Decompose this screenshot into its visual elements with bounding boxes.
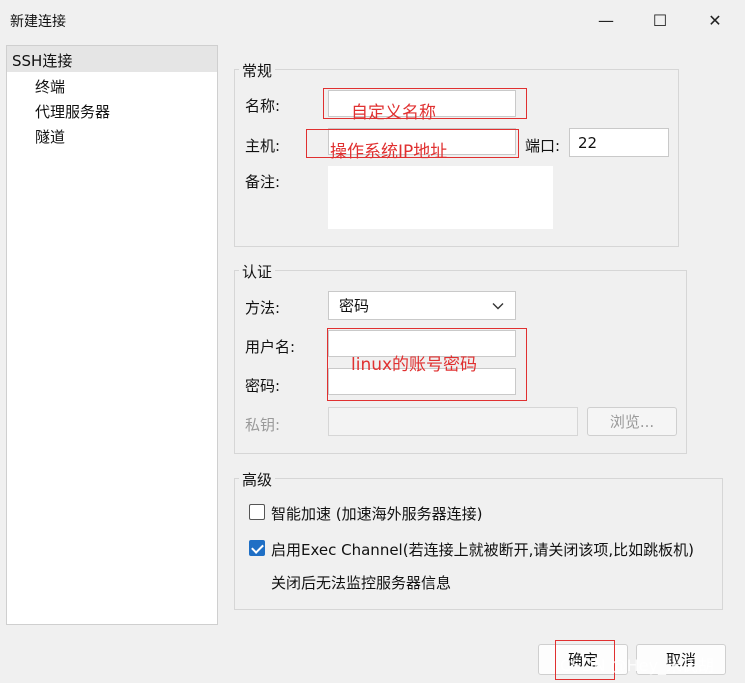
tree-item-ssh[interactable]: SSH连接 (12, 50, 72, 71)
name-label: 名称: (245, 97, 281, 115)
note-input[interactable] (329, 167, 552, 228)
private-key-field (328, 407, 578, 436)
browse-button: 浏览... (587, 407, 677, 436)
minimize-button[interactable]: — (594, 8, 618, 32)
tree-item-terminal[interactable]: 终端 (35, 76, 65, 97)
private-key-input (329, 408, 577, 435)
exec-channel-note: 关闭后无法监控服务器信息 (271, 574, 452, 592)
note-label: 备注: (245, 173, 281, 191)
chevron-down-icon (492, 302, 504, 309)
close-button[interactable]: ✕ (703, 8, 727, 32)
smart-accel-label[interactable]: 智能加速 (加速海外服务器连接) (271, 503, 482, 524)
username-label: 用户名: (245, 338, 296, 356)
window-title: 新建连接 (10, 14, 66, 30)
port-field[interactable] (569, 128, 669, 157)
method-label: 方法: (245, 299, 281, 317)
credentials-annotation: linux的账号密码 (351, 355, 478, 375)
method-select[interactable]: 密码 (328, 291, 516, 320)
tree-item-proxy[interactable]: 代理服务器 (35, 101, 110, 122)
host-label: 主机: (245, 137, 281, 155)
note-field[interactable] (328, 166, 553, 229)
private-key-label: 私钥: (245, 416, 281, 434)
auth-legend: 认证 (239, 261, 276, 282)
exec-channel-label[interactable]: 启用Exec Channel(若连接上就被断开,请关闭该项,比如跳板机) (271, 539, 694, 560)
smart-accel-checkbox[interactable] (249, 504, 265, 520)
maximize-button[interactable]: ☐ (648, 8, 672, 32)
advanced-legend: 高级 (239, 469, 276, 490)
password-label: 密码: (245, 377, 281, 395)
host-annotation: 操作系统IP地址 (330, 142, 448, 162)
general-legend: 常规 (239, 60, 276, 81)
method-value: 密码 (339, 297, 370, 315)
tree-item-tunnel[interactable]: 隧道 (35, 126, 65, 147)
watermark: CSDN @Hey_米氏胡 (560, 656, 715, 675)
title-bar (0, 0, 745, 40)
port-input[interactable] (570, 129, 668, 156)
port-label: 端口: (525, 137, 561, 155)
category-tree: SSH连接 终端 代理服务器 隧道 (6, 45, 218, 625)
exec-channel-checkbox[interactable] (249, 540, 265, 556)
name-annotation: 自定义名称 (351, 103, 436, 123)
